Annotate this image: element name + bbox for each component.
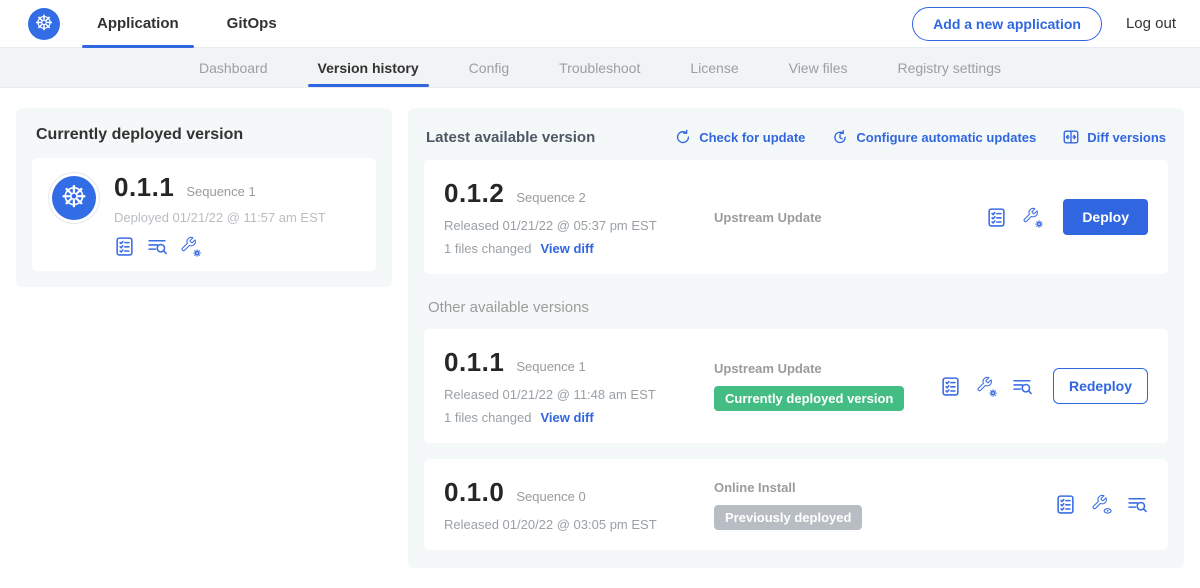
version-number: 0.1.0: [444, 477, 504, 508]
tab-view-files[interactable]: View files: [779, 48, 858, 87]
diff-versions-icon: [1062, 128, 1080, 146]
add-application-button[interactable]: Add a new application: [912, 7, 1102, 41]
deployed-panel-title: Currently deployed version: [36, 126, 372, 144]
released-timestamp: Released 01/20/22 @ 03:05 pm EST: [444, 517, 692, 532]
tab-license[interactable]: License: [680, 48, 748, 87]
deployed-timestamp: Deployed 01/21/22 @ 11:57 am EST: [114, 210, 326, 225]
version-number: 0.1.1: [444, 347, 504, 378]
version-source-label: Online Install: [714, 480, 1055, 495]
preflight-checklist-icon[interactable]: [1055, 494, 1076, 515]
kubernetes-app-icon: ☸: [52, 176, 96, 220]
sequence-label: Sequence 0: [516, 489, 585, 504]
preflight-checklist-icon[interactable]: [940, 376, 961, 397]
released-timestamp: Released 01/21/22 @ 05:37 pm EST: [444, 218, 692, 233]
version-source-label: Upstream Update: [714, 361, 940, 376]
available-versions-panel: Latest available version Check for updat…: [408, 108, 1184, 568]
app-icon-ring: ☸: [48, 172, 100, 224]
tab-application[interactable]: Application: [82, 0, 194, 48]
deployed-sequence-label: Sequence 1: [186, 184, 255, 199]
view-diff-link[interactable]: View diff: [540, 410, 593, 425]
tab-version-history[interactable]: Version history: [308, 48, 429, 87]
preflight-checklist-icon[interactable]: [986, 207, 1007, 228]
latest-available-title: Latest available version: [426, 129, 595, 146]
scheduled-update-clock-icon: [831, 128, 849, 146]
tab-dashboard[interactable]: Dashboard: [189, 48, 278, 87]
tab-registry-settings[interactable]: Registry settings: [888, 48, 1011, 87]
files-changed-label: 1 files changed: [444, 241, 531, 256]
sequence-label: Sequence 2: [516, 190, 585, 205]
wrench-gear-config-icon[interactable]: [1022, 207, 1043, 228]
top-nav: ☸ Application GitOps Add a new applicati…: [0, 0, 1200, 48]
logout-button[interactable]: Log out: [1126, 15, 1176, 32]
other-versions-title: Other available versions: [428, 299, 1164, 316]
view-diff-link[interactable]: View diff: [540, 241, 593, 256]
currently-deployed-badge: Currently deployed version: [714, 386, 904, 411]
version-card-0-1-2: 0.1.2 Sequence 2 Released 01/21/22 @ 05:…: [424, 160, 1168, 274]
version-source-label: Upstream Update: [714, 210, 986, 225]
main-content: Currently deployed version ☸ 0.1.1 Seque…: [0, 88, 1200, 588]
app-tabs: Application GitOps: [82, 0, 310, 48]
diff-versions-link[interactable]: Diff versions: [1062, 128, 1166, 146]
view-logs-icon[interactable]: [147, 236, 168, 257]
version-card-0-1-0: 0.1.0 Sequence 0 Released 01/20/22 @ 03:…: [424, 459, 1168, 550]
deployed-version-number: 0.1.1: [114, 172, 174, 203]
section-tabs: Dashboard Version history Config Trouble…: [0, 48, 1200, 88]
tab-gitops[interactable]: GitOps: [212, 0, 292, 48]
deployed-version-card: ☸ 0.1.1 Sequence 1 Deployed 01/21/22 @ 1…: [32, 158, 376, 271]
previously-deployed-badge: Previously deployed: [714, 505, 862, 530]
preflight-checklist-icon[interactable]: [114, 236, 135, 257]
tab-config[interactable]: Config: [459, 48, 519, 87]
version-card-0-1-1: 0.1.1 Sequence 1 Released 01/21/22 @ 11:…: [424, 329, 1168, 443]
view-logs-icon[interactable]: [1127, 494, 1148, 515]
redeploy-button[interactable]: Redeploy: [1053, 368, 1148, 404]
configure-automatic-updates-link[interactable]: Configure automatic updates: [831, 128, 1036, 146]
check-for-update-link[interactable]: Check for update: [674, 128, 805, 146]
wrench-eye-config-icon[interactable]: [1091, 494, 1112, 515]
tab-troubleshoot[interactable]: Troubleshoot: [549, 48, 650, 87]
view-logs-icon[interactable]: [1012, 376, 1033, 397]
wrench-gear-config-icon[interactable]: [180, 236, 201, 257]
currently-deployed-panel: Currently deployed version ☸ 0.1.1 Seque…: [16, 108, 392, 287]
files-changed-label: 1 files changed: [444, 410, 531, 425]
wrench-gear-config-icon[interactable]: [976, 376, 997, 397]
refresh-circle-icon: [674, 128, 692, 146]
released-timestamp: Released 01/21/22 @ 11:48 am EST: [444, 387, 692, 402]
deploy-button[interactable]: Deploy: [1063, 199, 1148, 235]
version-number: 0.1.2: [444, 178, 504, 209]
kubernetes-logo: ☸: [28, 8, 60, 40]
sequence-label: Sequence 1: [516, 359, 585, 374]
